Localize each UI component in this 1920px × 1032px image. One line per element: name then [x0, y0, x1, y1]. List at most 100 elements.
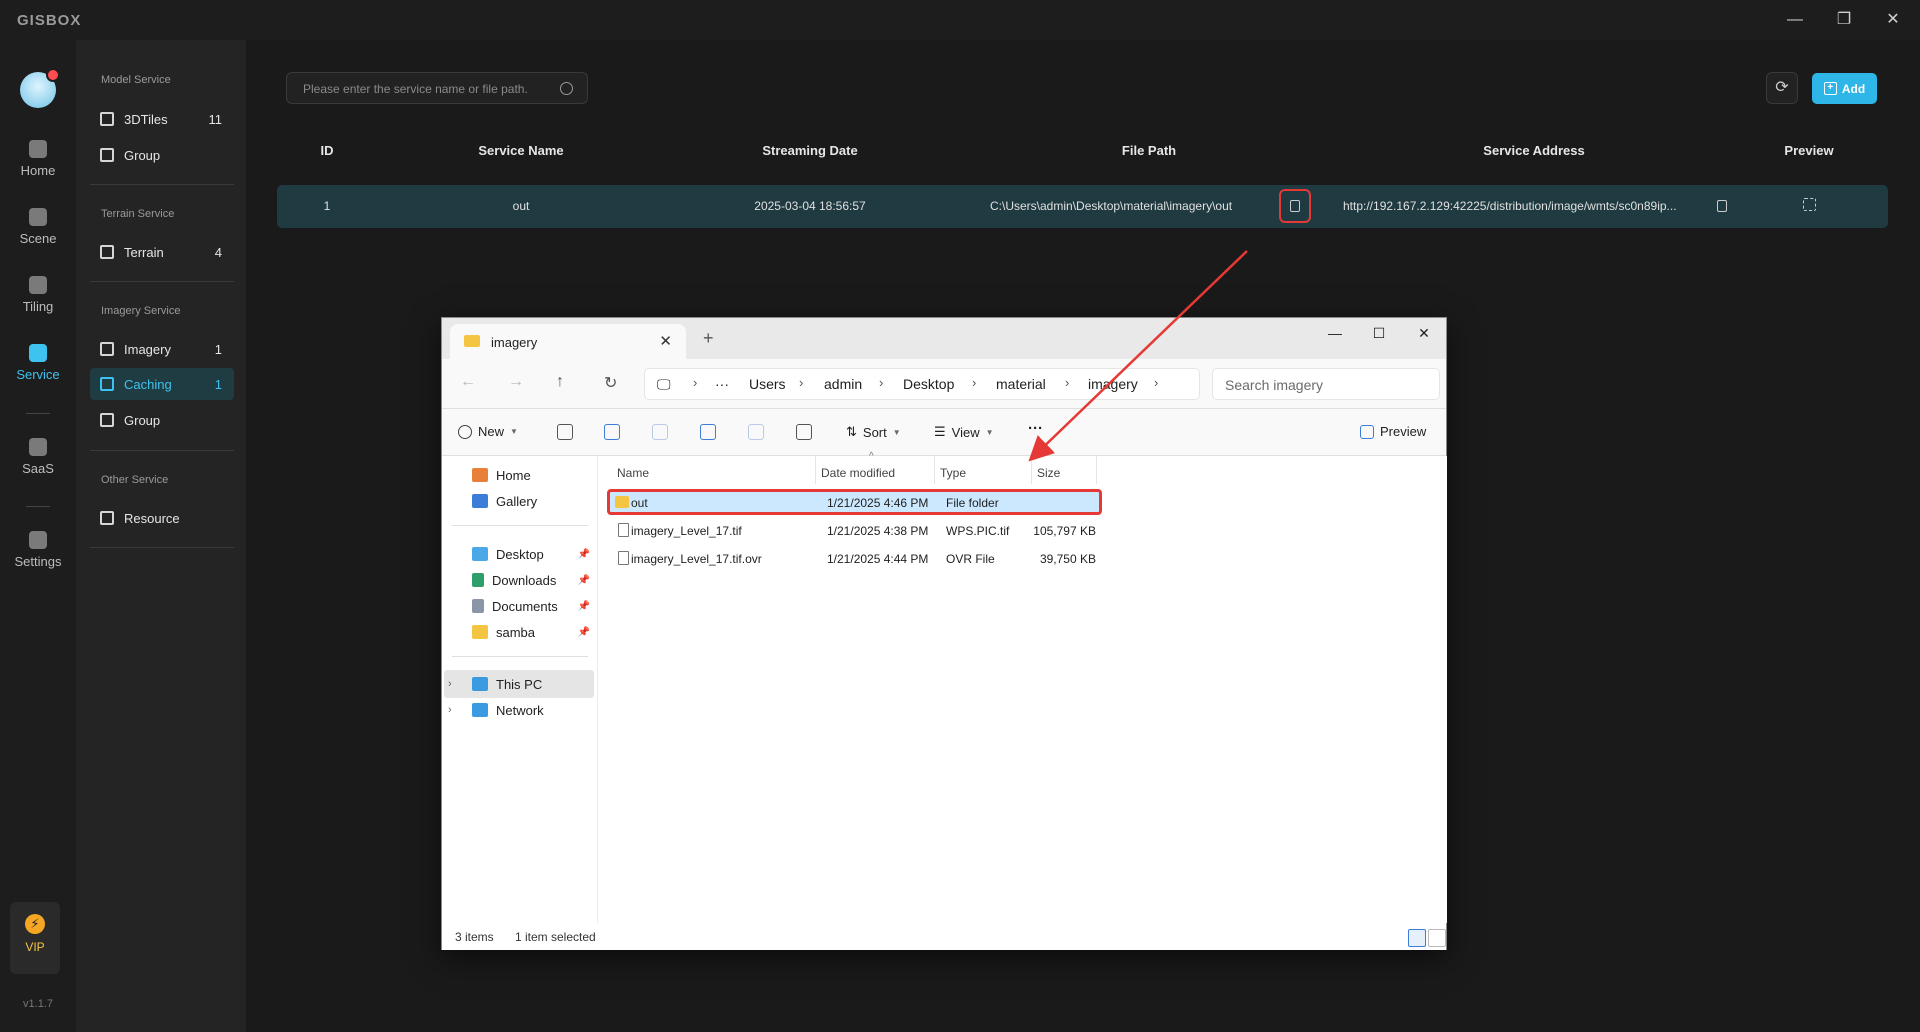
file-row-tif[interactable]: imagery_Level_17.tif 1/21/2025 4:38 PM W…	[607, 518, 1102, 544]
title-bar: GISBOX — ❐ ✕	[0, 0, 1920, 40]
close-button[interactable]: ✕	[1878, 8, 1908, 32]
home-icon	[29, 140, 47, 158]
crumb-imagery[interactable]: imagery	[1088, 376, 1138, 392]
breadcrumb[interactable]: 🖵 › ··· Users › admin › Desktop › materi…	[644, 368, 1200, 400]
forward-icon[interactable]: →	[508, 373, 524, 391]
crumb-admin[interactable]: admin	[824, 376, 862, 392]
sidebar-item-caching[interactable]: Caching 1	[90, 368, 234, 400]
tiles-view-icon[interactable]	[1428, 929, 1446, 947]
cut-icon[interactable]	[557, 424, 573, 440]
explorer-tab[interactable]: imagery ✕	[450, 324, 686, 359]
file-row-ovr[interactable]: imagery_Level_17.tif.ovr 1/21/2025 4:44 …	[607, 546, 1102, 572]
file-row-out[interactable]: out 1/21/2025 4:46 PM File folder	[607, 489, 1102, 515]
refresh-icon[interactable]: ↻	[604, 373, 617, 393]
preview-icon[interactable]	[1803, 198, 1816, 211]
minimize-button[interactable]: —	[1780, 8, 1810, 32]
chevron-right-icon[interactable]: ›	[448, 678, 452, 690]
crumb-desktop[interactable]: Desktop	[903, 376, 954, 392]
more-options-button[interactable]: ···	[1028, 420, 1043, 437]
computer-icon: 🖵	[657, 376, 671, 392]
explorer-search	[1212, 368, 1440, 400]
sidebar-item-model-group[interactable]: Group	[90, 139, 234, 171]
new-button[interactable]: New ▼	[458, 424, 518, 439]
rename-icon[interactable]	[700, 424, 716, 440]
section-title: Terrain Service	[101, 208, 175, 220]
item-count: 3 items	[455, 930, 494, 944]
sort-icon: ⇅	[846, 424, 857, 439]
rail-item-home[interactable]: Home	[0, 140, 76, 178]
nav-item-downloads[interactable]: Downloads 📌	[450, 566, 592, 594]
explorer-close-button[interactable]: ✕	[1409, 325, 1439, 347]
pin-icon: 📌	[577, 548, 590, 560]
column-header-id: ID	[320, 143, 334, 158]
rail-item-scene[interactable]: Scene	[0, 208, 76, 246]
folder-icon	[464, 335, 480, 347]
sidebar-item-resource[interactable]: Resource	[90, 502, 234, 534]
primary-nav-rail: Home Scene Tiling Service SaaS Settings …	[0, 40, 76, 1032]
search-input[interactable]	[303, 80, 553, 98]
delete-icon[interactable]	[796, 424, 812, 440]
command-bar: New ▼ ⇅ Sort ▼ ☰ View ▼ ··· Preview	[442, 409, 1446, 456]
copy-icon[interactable]	[604, 424, 620, 440]
refresh-icon: ⟳	[1775, 79, 1789, 96]
paste-icon[interactable]	[652, 424, 668, 440]
nav-item-gallery[interactable]: Gallery	[450, 487, 592, 515]
more-crumbs-icon[interactable]: ···	[715, 376, 729, 392]
chevron-right-icon: ›	[1065, 375, 1070, 390]
new-tab-button[interactable]: +	[703, 328, 714, 349]
terrain-icon	[100, 245, 114, 259]
sort-button[interactable]: ⇅ Sort ▼	[846, 424, 901, 440]
column-divider	[1096, 456, 1097, 484]
copy-icon[interactable]	[1717, 200, 1727, 212]
share-icon[interactable]	[748, 424, 764, 440]
chevron-right-icon[interactable]: ›	[448, 704, 452, 716]
section-title: Model Service	[101, 74, 171, 86]
search-icon[interactable]	[560, 82, 573, 95]
folder-icon	[472, 625, 488, 639]
nav-item-this-pc[interactable]: › This PC	[444, 670, 594, 698]
sidebar-item-terrain[interactable]: Terrain 4	[90, 236, 234, 268]
crumb-material[interactable]: material	[996, 376, 1046, 392]
nav-item-network[interactable]: › Network	[444, 696, 594, 724]
nav-item-home[interactable]: Home	[450, 461, 592, 489]
explorer-tab-bar: imagery ✕ + — ☐ ✕	[442, 318, 1446, 359]
refresh-button[interactable]: ⟳	[1766, 72, 1798, 104]
details-view-icon[interactable]	[1408, 929, 1426, 947]
sidebar-item-imagery[interactable]: Imagery 1	[90, 333, 234, 365]
sidebar-divider	[90, 547, 234, 548]
column-header-preview: Preview	[1784, 143, 1834, 158]
nav-item-desktop[interactable]: Desktop 📌	[450, 540, 592, 568]
add-button[interactable]: + Add	[1812, 73, 1877, 104]
explorer-maximize-button[interactable]: ☐	[1364, 325, 1394, 347]
notification-badge	[46, 68, 60, 82]
preview-pane-icon	[1360, 424, 1374, 439]
rail-item-service[interactable]: Service	[0, 344, 76, 382]
up-icon[interactable]: ↑	[556, 373, 564, 391]
nav-divider	[452, 656, 588, 657]
vip-button[interactable]: ⚡ VIP	[10, 902, 60, 974]
explorer-search-input[interactable]	[1225, 377, 1425, 393]
column-header-date-modified[interactable]: Date modified	[821, 466, 895, 480]
close-tab-icon[interactable]: ✕	[659, 332, 672, 350]
column-header-size[interactable]: Size	[1037, 466, 1060, 480]
nav-item-documents[interactable]: Documents 📌	[450, 592, 592, 620]
view-button[interactable]: ☰ View ▼	[934, 424, 994, 440]
rail-item-saas[interactable]: SaaS	[0, 438, 76, 476]
nav-item-samba[interactable]: samba 📌	[450, 618, 592, 646]
rail-item-settings[interactable]: Settings	[0, 531, 76, 569]
cell-file-path: C:\Users\admin\Desktop\material\imagery\…	[990, 199, 1233, 213]
rail-item-tiling[interactable]: Tiling	[0, 276, 76, 314]
table-row[interactable]: 1 out 2025-03-04 18:56:57 C:\Users\admin…	[277, 185, 1888, 228]
preview-pane-button[interactable]: Preview	[1360, 424, 1426, 439]
column-header-type[interactable]: Type	[940, 466, 966, 480]
chevron-down-icon: ▼	[892, 427, 901, 437]
sidebar-item-3dtiles[interactable]: 3DTiles 11	[90, 103, 234, 135]
column-header-name[interactable]: Name	[617, 466, 649, 480]
bolt-icon: ⚡	[25, 914, 45, 934]
back-icon[interactable]: ←	[460, 373, 476, 391]
sidebar-item-imagery-group[interactable]: Group	[90, 404, 234, 436]
explorer-minimize-button[interactable]: —	[1320, 325, 1350, 347]
open-folder-button[interactable]	[1279, 189, 1311, 223]
crumb-users[interactable]: Users	[749, 376, 786, 392]
restore-button[interactable]: ❐	[1829, 8, 1859, 32]
